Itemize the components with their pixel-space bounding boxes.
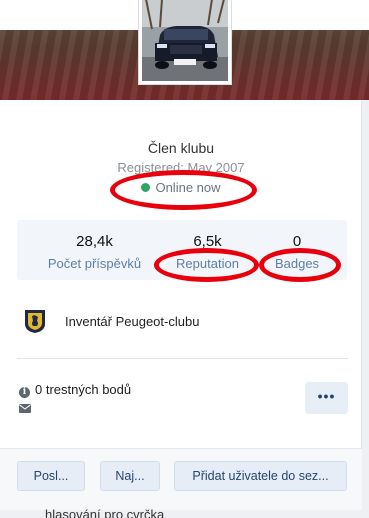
registered-date: Registered: May 2007 bbox=[117, 160, 245, 175]
stat-badges[interactable]: 0 Badges bbox=[257, 220, 337, 280]
send-message-button[interactable]: Posl... bbox=[17, 461, 85, 491]
stat-reputation-value: 6,5k bbox=[193, 233, 222, 250]
info-icon: i bbox=[19, 387, 30, 398]
add-to-list-button[interactable]: Přidat uživatele do sez... bbox=[174, 461, 347, 491]
member-tooltip-panel: Člen klubu Registered: May 2007 Online n… bbox=[0, 100, 362, 510]
stat-posts[interactable]: 28,4k Počet příspěvků bbox=[37, 220, 152, 280]
stat-reputation-label[interactable]: Reputation bbox=[160, 256, 255, 271]
member-stats: 28,4k Počet příspěvků 6,5k Reputation 0 … bbox=[17, 220, 347, 280]
online-status-label: Online now bbox=[155, 180, 221, 195]
car-photo bbox=[142, 0, 228, 81]
find-content-button[interactable]: Naj... bbox=[100, 461, 160, 491]
stat-badges-value: 0 bbox=[292, 233, 302, 250]
background-thread-title[interactable]: hlasování pro cvrčka bbox=[45, 507, 164, 518]
online-dot-icon bbox=[141, 183, 151, 192]
stat-posts-label[interactable]: Počet příspěvků bbox=[37, 256, 152, 271]
action-buttons-bar: Posl... Naj... Přidat uživatele do sez..… bbox=[0, 448, 362, 510]
stat-reputation[interactable]: 6,5k Reputation bbox=[160, 220, 255, 280]
envelope-icon[interactable] bbox=[19, 404, 31, 413]
online-status: Online now bbox=[0, 180, 362, 195]
warning-points: i 0 trestných bodů bbox=[19, 382, 131, 398]
profile-avatar[interactable] bbox=[139, 0, 231, 84]
peugeot-lion-logo bbox=[25, 310, 45, 333]
divider bbox=[17, 358, 348, 359]
stat-posts-value: 28,4k bbox=[76, 233, 113, 250]
stat-badges-label[interactable]: Badges bbox=[257, 256, 337, 271]
more-options-button[interactable]: ••• bbox=[305, 382, 348, 414]
warning-points-label: 0 trestných bodů bbox=[35, 382, 132, 397]
car-list-label[interactable]: Inventář Peugeot-clubu bbox=[65, 314, 199, 329]
member-title: Člen klubu bbox=[147, 140, 215, 156]
